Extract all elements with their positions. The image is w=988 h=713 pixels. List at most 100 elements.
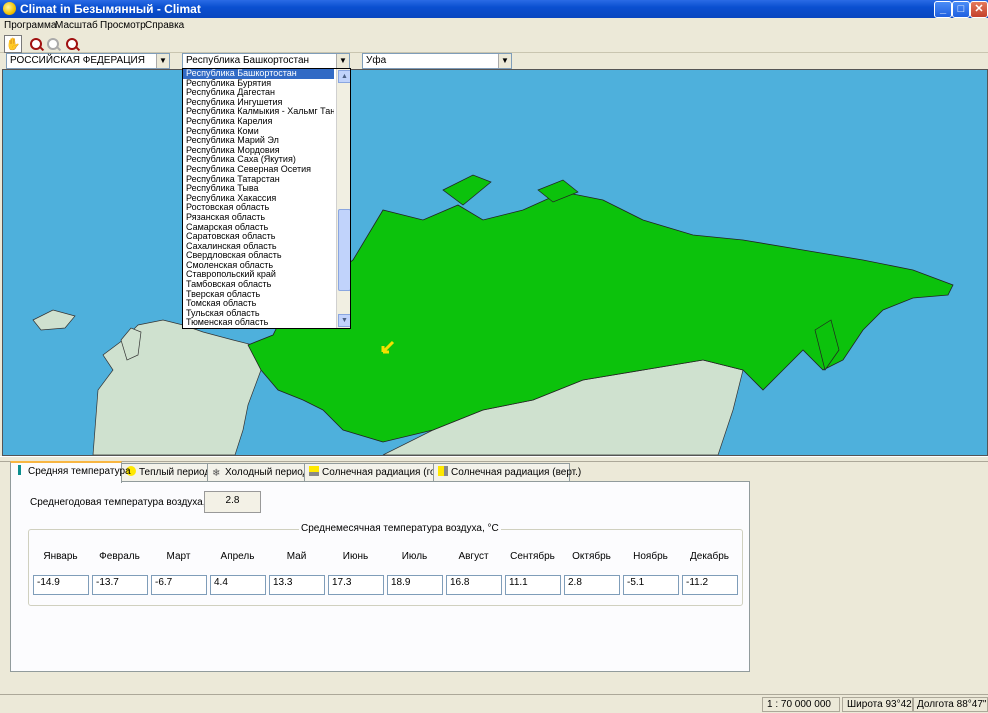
maximize-button[interactable]: □	[952, 1, 970, 18]
region-list-item[interactable]: Рязанская область	[183, 213, 334, 223]
region-list-item[interactable]: Ростовская область	[183, 203, 334, 213]
country-value: РОССИЙСКАЯ ФЕДЕРАЦИЯ	[10, 55, 145, 66]
month-label: Октябрь	[572, 551, 611, 562]
month-label: Февраль	[99, 551, 140, 562]
zoom-extent-icon[interactable]	[63, 35, 81, 53]
monthly-temperature-group: Среднемесячная температура воздуха, °С Я…	[28, 523, 743, 606]
month-label: Июль	[401, 551, 428, 562]
longitude-readout: Долгота 88°47"	[912, 697, 988, 712]
chevron-down-icon[interactable]: ▼	[156, 54, 169, 68]
region-list-item[interactable]: Республика Бурятия	[183, 79, 334, 89]
region-list-item[interactable]: Сахалинская область	[183, 242, 334, 252]
annual-temperature-value: 2.8	[204, 491, 261, 513]
region-list-item[interactable]: Республика Карелия	[183, 117, 334, 127]
tab-average-temperature[interactable]: Средняя температура	[10, 461, 131, 483]
scroll-thumb[interactable]	[338, 209, 350, 291]
window-title: Climat in Безымянный - Climat	[20, 2, 201, 16]
dropdown-scrollbar[interactable]: ▲ ▼	[336, 69, 350, 328]
latitude-readout: Широта 93°42"	[842, 697, 914, 712]
scroll-down-icon[interactable]: ▼	[338, 314, 350, 327]
region-list-item[interactable]: Тамбовская область	[183, 280, 334, 290]
region-dropdown-list[interactable]: Республика Башкортостан Республика Буряти…	[182, 68, 351, 329]
region-list-item[interactable]: Смоленская область	[183, 261, 334, 271]
month-label: Август	[458, 551, 489, 562]
tab-solar-radiation-vertical[interactable]: Солнечная радиация (верт.)	[433, 463, 581, 481]
hand-icon[interactable]: ✋	[4, 35, 22, 53]
month-temperature-value: 16.8	[446, 575, 502, 595]
chevron-down-icon[interactable]: ▼	[336, 54, 349, 68]
month-temperature-value: -5.1	[623, 575, 679, 595]
map-view[interactable]	[2, 69, 988, 456]
thermometer-icon	[15, 465, 25, 475]
scale-readout: 1 : 70 000 000	[762, 697, 840, 712]
tab-solar-radiation-horizontal[interactable]: Солнечная радиация (гор.)	[304, 463, 447, 481]
region-list-item[interactable]: Республика Калмыкия - Хальмг Тангч	[183, 107, 334, 117]
region-list-item[interactable]: Республика Северная Осетия	[183, 165, 334, 175]
region-list-item[interactable]: Республика Ингушетия	[183, 98, 334, 108]
snowflake-icon: ❄	[212, 468, 221, 479]
region-list-item[interactable]: Республика Башкортостан	[183, 69, 334, 79]
annual-temperature-label: Среднегодовая температура воздуха, °С	[30, 497, 220, 508]
region-list-item[interactable]: Республика Марий Эл	[183, 136, 334, 146]
region-value: Республика Башкортостан	[186, 55, 310, 66]
month-temperature-value: -13.7	[92, 575, 148, 595]
month-label: Июнь	[342, 551, 369, 562]
region-list-item[interactable]: Свердловская область	[183, 251, 334, 261]
region-list-item[interactable]: Саратовская область	[183, 232, 334, 242]
month-label: Ноябрь	[633, 551, 668, 562]
title-bar: Climat in Безымянный - Climat _ □ ✕	[0, 0, 988, 18]
tab-cold-period[interactable]: ❄ Холодный период	[207, 463, 308, 481]
temperature-panel: Среднегодовая температура воздуха, °С 2.…	[10, 481, 750, 672]
monthly-temperature-title: Среднемесячная температура воздуха, °С	[299, 523, 501, 534]
europe-landmass	[92, 319, 262, 455]
region-list-item[interactable]: Тверская область	[183, 290, 334, 300]
splitter[interactable]	[0, 456, 988, 462]
city-value: Уфа	[366, 55, 387, 66]
month-label: Сентябрь	[510, 551, 555, 562]
region-list-item[interactable]: Томская область	[183, 299, 334, 309]
month-temperature-value: 13.3	[269, 575, 325, 595]
region-list-item[interactable]: Республика Хакассия	[183, 194, 334, 204]
month-label: Апрель	[220, 551, 255, 562]
menu-view[interactable]: Просмотр	[100, 20, 146, 31]
radiation-vertical-icon	[438, 466, 448, 476]
region-list-item[interactable]: Ставропольский край	[183, 270, 334, 280]
month-temperature-value: -6.7	[151, 575, 207, 595]
country-select[interactable]: РОССИЙСКАЯ ФЕДЕРАЦИЯ ▼	[6, 53, 170, 69]
region-list-item[interactable]: Республика Дагестан	[183, 88, 334, 98]
menu-help[interactable]: Справка	[145, 20, 184, 31]
city-select[interactable]: Уфа ▼	[362, 53, 512, 69]
month-temperature-value: 2.8	[564, 575, 620, 595]
menu-bar: Программа Масштаб Просмотр Справка	[0, 19, 988, 33]
close-button[interactable]: ✕	[970, 1, 988, 18]
minimize-button[interactable]: _	[934, 1, 952, 18]
month-temperature-value: 4.4	[210, 575, 266, 595]
month-temperature-value: 11.1	[505, 575, 561, 595]
month-label: Март	[166, 551, 191, 562]
region-list-item[interactable]: Тюменская область	[183, 318, 334, 328]
region-list-item[interactable]: Самарская область	[183, 223, 334, 233]
region-select[interactable]: Республика Башкортостан ▼	[182, 53, 350, 69]
month-temperature-value: 18.9	[387, 575, 443, 595]
region-list-item[interactable]: Республика Татарстан	[183, 175, 334, 185]
scroll-up-icon[interactable]: ▲	[338, 70, 350, 83]
region-list-item[interactable]: Республика Мордовия	[183, 146, 334, 156]
zoom-out-icon[interactable]	[44, 35, 62, 53]
month-temperature-value: -14.9	[33, 575, 89, 595]
chevron-down-icon[interactable]: ▼	[498, 54, 511, 68]
month-temperature-value: -11.2	[682, 575, 738, 595]
region-list-item[interactable]: Республика Тыва	[183, 184, 334, 194]
month-label: Январь	[43, 551, 78, 562]
menu-program[interactable]: Программа	[4, 20, 56, 31]
iceland-landmass	[32, 309, 76, 331]
month-label: Май	[286, 551, 307, 562]
status-bar: 1 : 70 000 000 Широта 93°42" Долгота 88°…	[0, 694, 988, 713]
menu-scale[interactable]: Масштаб	[55, 20, 98, 31]
zoom-in-icon[interactable]	[27, 35, 45, 53]
month-label: Декабрь	[690, 551, 729, 562]
region-list-item[interactable]: Республика Коми	[183, 127, 334, 137]
radiation-horizontal-icon	[309, 466, 319, 476]
region-list-item[interactable]: Тульская область	[183, 309, 334, 319]
app-sun-icon	[3, 2, 16, 15]
region-list-item[interactable]: Республика Саха (Якутия)	[183, 155, 334, 165]
